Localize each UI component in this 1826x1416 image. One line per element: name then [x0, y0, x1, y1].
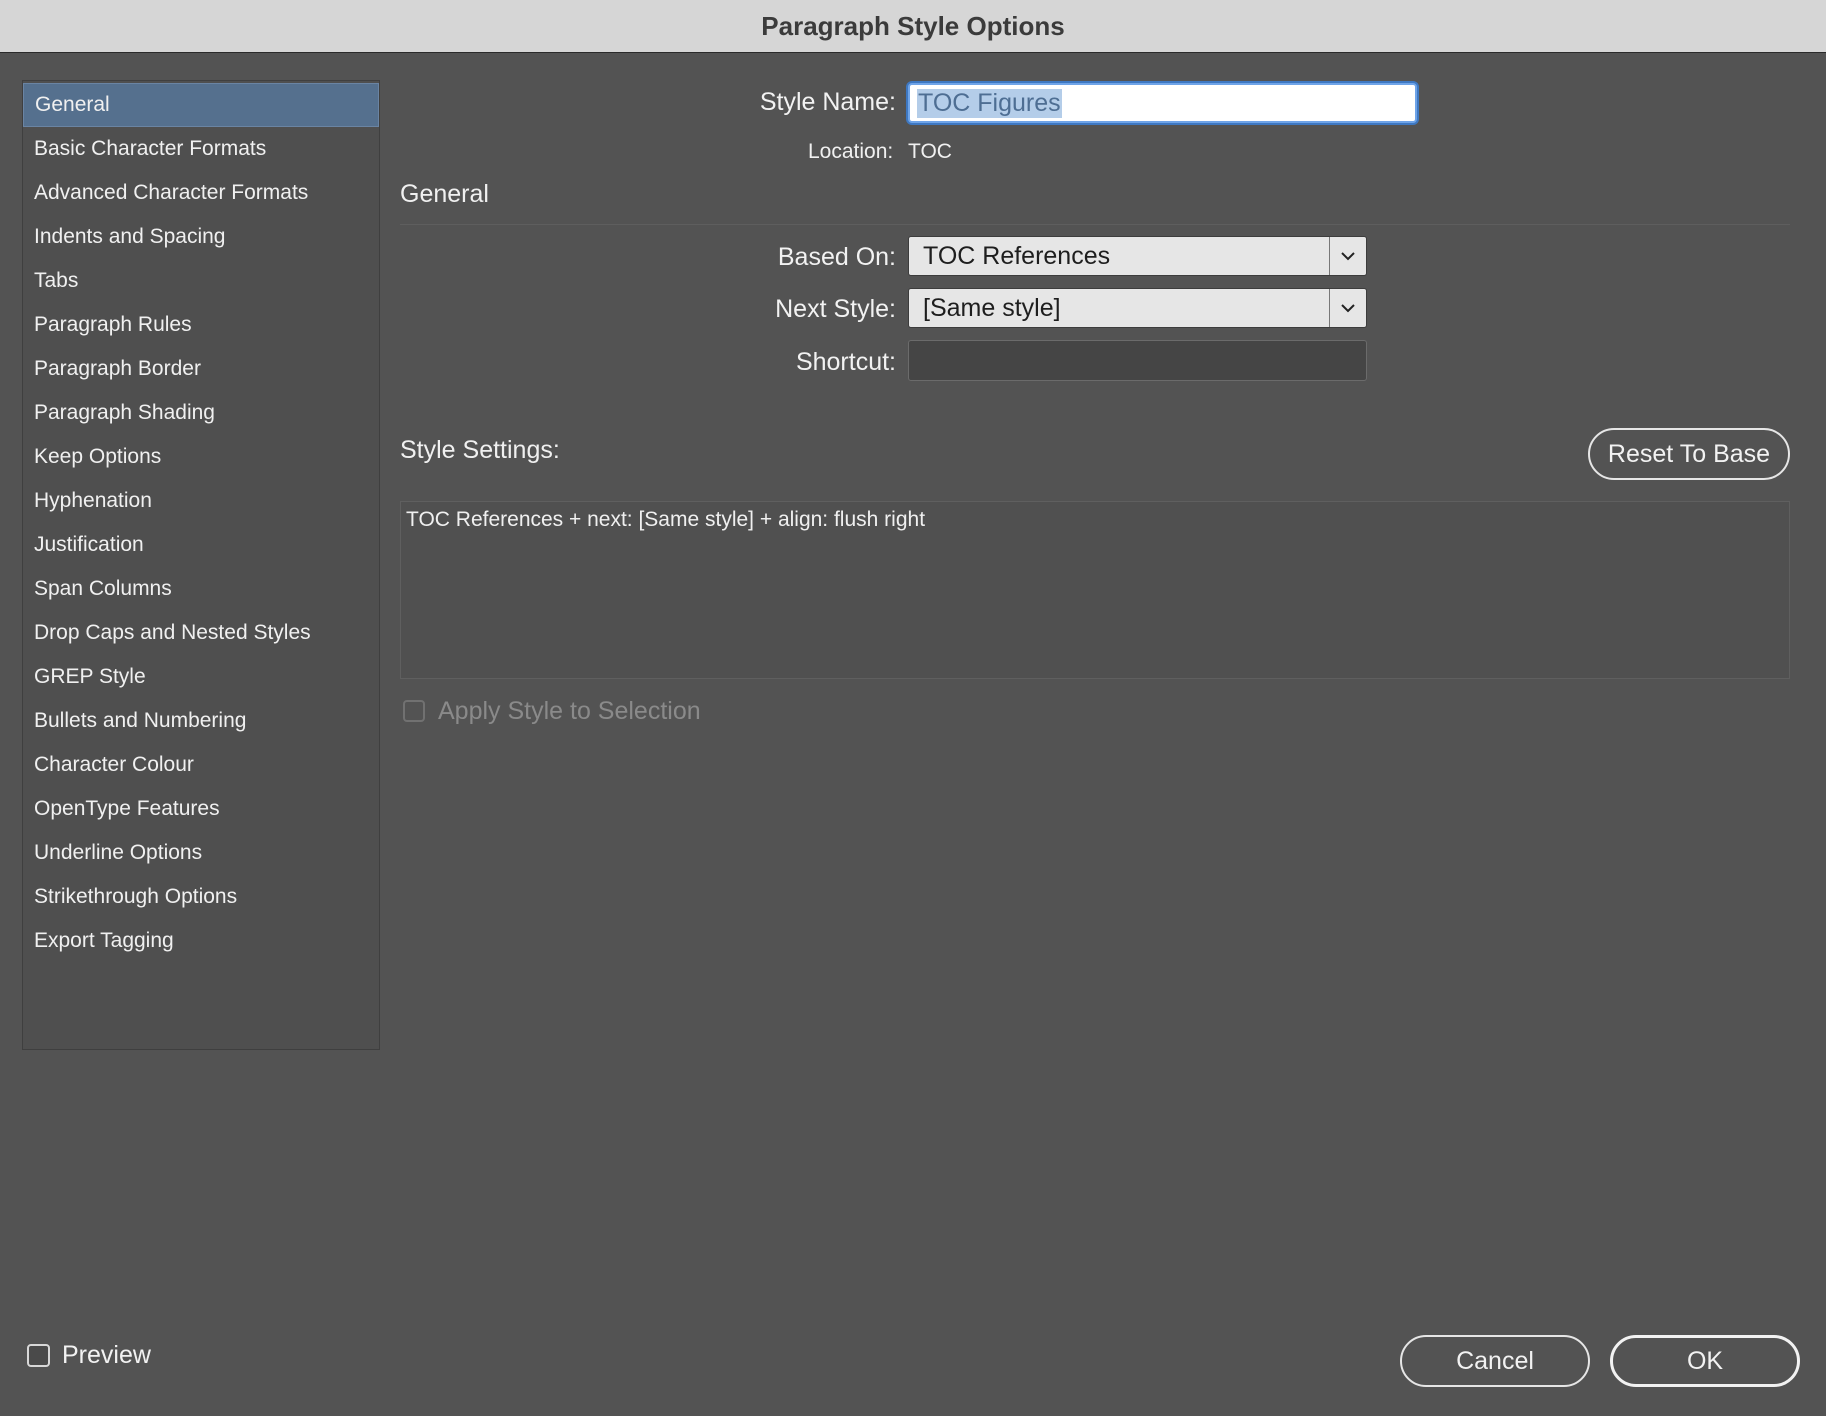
sidebar-item-hyphenation[interactable]: Hyphenation [23, 479, 379, 523]
sidebar-item-bullets-and-numbering[interactable]: Bullets and Numbering [23, 699, 379, 743]
sidebar-item-character-colour[interactable]: Character Colour [23, 743, 379, 787]
sidebar-item-paragraph-rules[interactable]: Paragraph Rules [23, 303, 379, 347]
reset-to-base-button[interactable]: Reset To Base [1588, 428, 1790, 480]
sidebar-item-basic-character-formats[interactable]: Basic Character Formats [23, 127, 379, 171]
category-list[interactable]: General Basic Character Formats Advanced C… [22, 80, 380, 1050]
next-style-value: [Same style] [909, 289, 1329, 327]
cancel-button[interactable]: Cancel [1400, 1335, 1590, 1387]
sidebar-item-indents-and-spacing[interactable]: Indents and Spacing [23, 215, 379, 259]
sidebar-item-keep-options[interactable]: Keep Options [23, 435, 379, 479]
location-label: Location: [808, 140, 894, 163]
next-style-label: Next Style: [775, 295, 896, 323]
sidebar-item-opentype-features[interactable]: OpenType Features [23, 787, 379, 831]
sidebar-item-strikethrough-options[interactable]: Strikethrough Options [23, 875, 379, 919]
sidebar-item-tabs[interactable]: Tabs [23, 259, 379, 303]
title-bar: Paragraph Style Options [0, 0, 1826, 53]
sidebar-item-justification[interactable]: Justification [23, 523, 379, 567]
sidebar-item-export-tagging[interactable]: Export Tagging [23, 919, 379, 963]
next-style-dropdown[interactable]: [Same style] [908, 288, 1367, 328]
style-settings-text: TOC References + next: [Same style] + al… [406, 508, 926, 531]
style-name-value: TOC Figures [917, 88, 1062, 118]
style-settings-summary: TOC References + next: [Same style] + al… [400, 501, 1790, 679]
preview-label: Preview [62, 1341, 151, 1369]
sidebar-item-grep-style[interactable]: GREP Style [23, 655, 379, 699]
window-title: Paragraph Style Options [761, 10, 1065, 41]
shortcut-label: Shortcut: [795, 348, 896, 376]
sidebar-item-advanced-character-formats[interactable]: Advanced Character Formats [23, 171, 379, 215]
preview-checkbox[interactable] [27, 1344, 50, 1367]
style-name-input[interactable]: TOC Figures [908, 83, 1417, 123]
based-on-dropdown[interactable]: TOC References [908, 236, 1367, 276]
sidebar-item-drop-caps-and-nested-styles[interactable]: Drop Caps and Nested Styles [23, 611, 379, 655]
based-on-label: Based On: [777, 243, 896, 271]
style-name-label: Style Name: [759, 88, 896, 116]
chevron-down-icon[interactable] [1329, 237, 1366, 275]
sidebar-item-underline-options[interactable]: Underline Options [23, 831, 379, 875]
sidebar-item-span-columns[interactable]: Span Columns [23, 567, 379, 611]
ok-button[interactable]: OK [1610, 1335, 1800, 1387]
apply-style-label: Apply Style to Selection [438, 697, 701, 725]
section-title: General [400, 180, 489, 208]
apply-style-checkbox[interactable] [403, 700, 425, 722]
shortcut-input[interactable] [908, 340, 1367, 381]
section-divider [400, 224, 1790, 225]
based-on-value: TOC References [909, 237, 1329, 275]
sidebar-item-general[interactable]: General [23, 83, 379, 127]
location-value: TOC [908, 140, 952, 163]
sidebar-item-paragraph-shading[interactable]: Paragraph Shading [23, 391, 379, 435]
style-settings-label: Style Settings: [400, 436, 560, 464]
sidebar-item-paragraph-border[interactable]: Paragraph Border [23, 347, 379, 391]
chevron-down-icon[interactable] [1329, 289, 1366, 327]
